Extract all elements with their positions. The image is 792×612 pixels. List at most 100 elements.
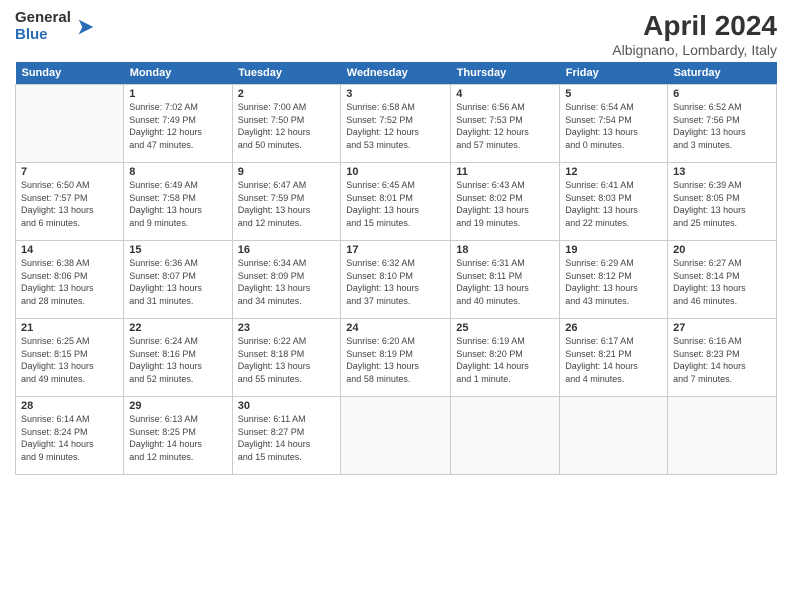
col-saturday: Saturday: [668, 62, 777, 85]
header: General Blue April 2024 Albignano, Lomba…: [15, 10, 777, 58]
day-number: 4: [456, 88, 554, 100]
table-row: 14Sunrise: 6:38 AMSunset: 8:06 PMDayligh…: [16, 241, 124, 319]
day-info: Sunrise: 6:31 AMSunset: 8:11 PMDaylight:…: [456, 257, 554, 307]
table-row: 22Sunrise: 6:24 AMSunset: 8:16 PMDayligh…: [124, 319, 232, 397]
table-row: 11Sunrise: 6:43 AMSunset: 8:02 PMDayligh…: [451, 163, 560, 241]
day-number: 22: [129, 322, 226, 334]
day-number: 29: [129, 400, 226, 412]
table-row: 10Sunrise: 6:45 AMSunset: 8:01 PMDayligh…: [341, 163, 451, 241]
day-info: Sunrise: 6:54 AMSunset: 7:54 PMDaylight:…: [565, 101, 662, 151]
day-info: Sunrise: 6:45 AMSunset: 8:01 PMDaylight:…: [346, 179, 445, 229]
day-number: 7: [21, 166, 118, 178]
day-number: 21: [21, 322, 118, 334]
logo-icon: [75, 16, 97, 38]
day-number: 18: [456, 244, 554, 256]
table-row: 15Sunrise: 6:36 AMSunset: 8:07 PMDayligh…: [124, 241, 232, 319]
day-info: Sunrise: 6:34 AMSunset: 8:09 PMDaylight:…: [238, 257, 336, 307]
day-number: 30: [238, 400, 336, 412]
table-row: 9Sunrise: 6:47 AMSunset: 7:59 PMDaylight…: [232, 163, 341, 241]
day-info: Sunrise: 6:27 AMSunset: 8:14 PMDaylight:…: [673, 257, 771, 307]
table-row: [451, 397, 560, 475]
day-info: Sunrise: 6:41 AMSunset: 8:03 PMDaylight:…: [565, 179, 662, 229]
table-row: 4Sunrise: 6:56 AMSunset: 7:53 PMDaylight…: [451, 85, 560, 163]
table-row: [668, 397, 777, 475]
table-row: 28Sunrise: 6:14 AMSunset: 8:24 PMDayligh…: [16, 397, 124, 475]
day-number: 25: [456, 322, 554, 334]
day-info: Sunrise: 6:52 AMSunset: 7:56 PMDaylight:…: [673, 101, 771, 151]
table-row: 17Sunrise: 6:32 AMSunset: 8:10 PMDayligh…: [341, 241, 451, 319]
day-number: 24: [346, 322, 445, 334]
col-thursday: Thursday: [451, 62, 560, 85]
calendar-week-row: 14Sunrise: 6:38 AMSunset: 8:06 PMDayligh…: [16, 241, 777, 319]
day-info: Sunrise: 6:19 AMSunset: 8:20 PMDaylight:…: [456, 335, 554, 385]
day-info: Sunrise: 6:22 AMSunset: 8:18 PMDaylight:…: [238, 335, 336, 385]
day-number: 28: [21, 400, 118, 412]
main-container: General Blue April 2024 Albignano, Lomba…: [0, 0, 792, 485]
day-info: Sunrise: 7:00 AMSunset: 7:50 PMDaylight:…: [238, 101, 336, 151]
table-row: 23Sunrise: 6:22 AMSunset: 8:18 PMDayligh…: [232, 319, 341, 397]
table-row: 19Sunrise: 6:29 AMSunset: 8:12 PMDayligh…: [560, 241, 668, 319]
table-row: 16Sunrise: 6:34 AMSunset: 8:09 PMDayligh…: [232, 241, 341, 319]
day-info: Sunrise: 6:16 AMSunset: 8:23 PMDaylight:…: [673, 335, 771, 385]
day-info: Sunrise: 6:47 AMSunset: 7:59 PMDaylight:…: [238, 179, 336, 229]
table-row: 7Sunrise: 6:50 AMSunset: 7:57 PMDaylight…: [16, 163, 124, 241]
day-info: Sunrise: 6:17 AMSunset: 8:21 PMDaylight:…: [565, 335, 662, 385]
logo: General Blue: [15, 10, 97, 43]
table-row: 20Sunrise: 6:27 AMSunset: 8:14 PMDayligh…: [668, 241, 777, 319]
table-row: 12Sunrise: 6:41 AMSunset: 8:03 PMDayligh…: [560, 163, 668, 241]
calendar-week-row: 28Sunrise: 6:14 AMSunset: 8:24 PMDayligh…: [16, 397, 777, 475]
logo-blue: Blue: [15, 27, 71, 44]
day-info: Sunrise: 6:43 AMSunset: 8:02 PMDaylight:…: [456, 179, 554, 229]
table-row: 1Sunrise: 7:02 AMSunset: 7:49 PMDaylight…: [124, 85, 232, 163]
day-info: Sunrise: 6:25 AMSunset: 8:15 PMDaylight:…: [21, 335, 118, 385]
day-info: Sunrise: 6:11 AMSunset: 8:27 PMDaylight:…: [238, 413, 336, 463]
table-row: 29Sunrise: 6:13 AMSunset: 8:25 PMDayligh…: [124, 397, 232, 475]
logo-general: General: [15, 10, 71, 27]
table-row: 8Sunrise: 6:49 AMSunset: 7:58 PMDaylight…: [124, 163, 232, 241]
day-number: 5: [565, 88, 662, 100]
calendar-week-row: 21Sunrise: 6:25 AMSunset: 8:15 PMDayligh…: [16, 319, 777, 397]
table-row: 5Sunrise: 6:54 AMSunset: 7:54 PMDaylight…: [560, 85, 668, 163]
day-number: 23: [238, 322, 336, 334]
location-title: Albignano, Lombardy, Italy: [612, 42, 777, 58]
calendar-table: Sunday Monday Tuesday Wednesday Thursday…: [15, 62, 777, 475]
day-info: Sunrise: 6:32 AMSunset: 8:10 PMDaylight:…: [346, 257, 445, 307]
calendar-week-row: 7Sunrise: 6:50 AMSunset: 7:57 PMDaylight…: [16, 163, 777, 241]
day-info: Sunrise: 6:49 AMSunset: 7:58 PMDaylight:…: [129, 179, 226, 229]
day-number: 14: [21, 244, 118, 256]
table-row: 6Sunrise: 6:52 AMSunset: 7:56 PMDaylight…: [668, 85, 777, 163]
day-number: 17: [346, 244, 445, 256]
day-info: Sunrise: 6:20 AMSunset: 8:19 PMDaylight:…: [346, 335, 445, 385]
col-sunday: Sunday: [16, 62, 124, 85]
table-row: [560, 397, 668, 475]
day-info: Sunrise: 6:38 AMSunset: 8:06 PMDaylight:…: [21, 257, 118, 307]
day-info: Sunrise: 6:14 AMSunset: 8:24 PMDaylight:…: [21, 413, 118, 463]
day-info: Sunrise: 6:29 AMSunset: 8:12 PMDaylight:…: [565, 257, 662, 307]
day-number: 6: [673, 88, 771, 100]
col-wednesday: Wednesday: [341, 62, 451, 85]
day-number: 11: [456, 166, 554, 178]
table-row: 26Sunrise: 6:17 AMSunset: 8:21 PMDayligh…: [560, 319, 668, 397]
table-row: 21Sunrise: 6:25 AMSunset: 8:15 PMDayligh…: [16, 319, 124, 397]
table-row: [16, 85, 124, 163]
day-info: Sunrise: 6:39 AMSunset: 8:05 PMDaylight:…: [673, 179, 771, 229]
day-info: Sunrise: 6:24 AMSunset: 8:16 PMDaylight:…: [129, 335, 226, 385]
table-row: 13Sunrise: 6:39 AMSunset: 8:05 PMDayligh…: [668, 163, 777, 241]
day-info: Sunrise: 6:36 AMSunset: 8:07 PMDaylight:…: [129, 257, 226, 307]
day-number: 16: [238, 244, 336, 256]
day-number: 15: [129, 244, 226, 256]
day-number: 8: [129, 166, 226, 178]
col-tuesday: Tuesday: [232, 62, 341, 85]
col-monday: Monday: [124, 62, 232, 85]
table-row: 27Sunrise: 6:16 AMSunset: 8:23 PMDayligh…: [668, 319, 777, 397]
day-number: 13: [673, 166, 771, 178]
table-row: 30Sunrise: 6:11 AMSunset: 8:27 PMDayligh…: [232, 397, 341, 475]
calendar-week-row: 1Sunrise: 7:02 AMSunset: 7:49 PMDaylight…: [16, 85, 777, 163]
day-number: 2: [238, 88, 336, 100]
col-friday: Friday: [560, 62, 668, 85]
day-number: 12: [565, 166, 662, 178]
calendar-header-row: Sunday Monday Tuesday Wednesday Thursday…: [16, 62, 777, 85]
day-info: Sunrise: 6:58 AMSunset: 7:52 PMDaylight:…: [346, 101, 445, 151]
day-number: 19: [565, 244, 662, 256]
table-row: 25Sunrise: 6:19 AMSunset: 8:20 PMDayligh…: [451, 319, 560, 397]
